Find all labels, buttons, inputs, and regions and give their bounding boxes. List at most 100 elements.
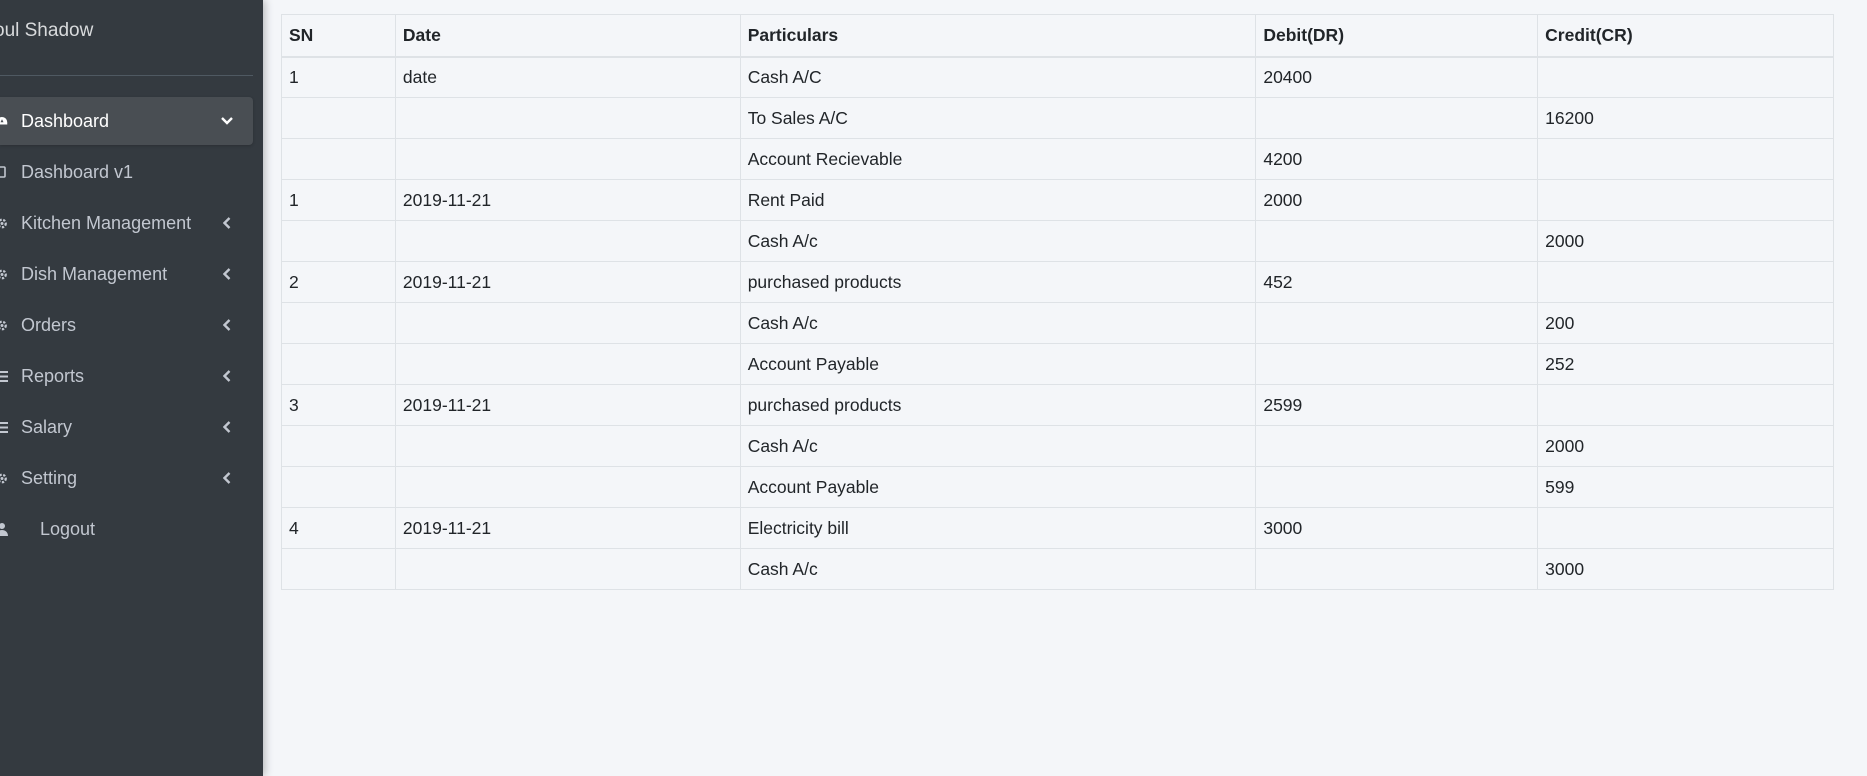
main-content: SN Date Particulars Debit(DR) Credit(CR)…	[263, 0, 1867, 776]
cell-debit: 2000	[1255, 179, 1539, 221]
table-row: 1 date Cash A/C 20400	[281, 56, 1834, 98]
dashboard-icon	[0, 114, 8, 128]
cell-date	[394, 138, 741, 180]
sidebar-item-dashboard-v1[interactable]: Dashboard v1	[0, 148, 253, 196]
table-row: 1 2019-11-21 Rent Paid 2000	[281, 179, 1834, 221]
cell-date	[394, 343, 741, 385]
brand-link[interactable]: oul Shadow	[0, 20, 260, 42]
cell-credit: 599	[1537, 466, 1834, 508]
cell-sn	[281, 466, 396, 508]
sidebar-item-setting[interactable]: Setting	[0, 454, 253, 502]
cell-sn: 4	[281, 507, 396, 549]
sidebar-item-label: Dashboard	[21, 110, 110, 131]
list-icon	[0, 420, 8, 434]
cell-sn	[281, 138, 396, 180]
table-row: Account Payable 252	[281, 343, 1834, 385]
table-row: Cash A/c 200	[281, 302, 1834, 344]
table-row: 4 2019-11-21 Electricity bill 3000	[281, 507, 1834, 549]
cell-sn	[281, 548, 396, 590]
cell-debit: 20400	[1255, 56, 1539, 98]
cell-debit: 452	[1255, 261, 1539, 303]
cell-credit	[1537, 56, 1834, 98]
sidebar-item-dish-management[interactable]: Dish Management	[0, 250, 253, 298]
sidebar-item-orders[interactable]: Orders	[0, 301, 253, 349]
table-row: Cash A/c 3000	[281, 548, 1834, 590]
sidebar-item-dashboard[interactable]: Dashboard	[0, 97, 253, 145]
cell-debit	[1255, 220, 1539, 262]
sidebar: oul Shadow Dashboard Dashboard v1 Kitchen …	[0, 0, 263, 776]
cell-particulars: To Sales A/C	[739, 97, 1257, 139]
sidebar-item-label: Reports	[21, 365, 85, 386]
cell-debit	[1255, 425, 1539, 467]
cell-credit	[1537, 179, 1834, 221]
table-row: Cash A/c 2000	[281, 220, 1834, 262]
chevron-left-icon	[221, 319, 233, 331]
sidebar-item-label: Salary	[21, 416, 73, 437]
sidebar-item-label: Setting	[21, 467, 78, 488]
journal-table: SN Date Particulars Debit(DR) Credit(CR)…	[281, 14, 1834, 590]
sidebar-item-kitchen-management[interactable]: Kitchen Management	[0, 199, 253, 247]
cell-credit: 2000	[1537, 425, 1834, 467]
chevron-down-icon	[221, 115, 233, 127]
cell-sn	[281, 425, 396, 467]
cell-debit	[1255, 97, 1539, 139]
cell-date	[394, 220, 741, 262]
cell-debit	[1255, 548, 1539, 590]
cog-icon	[0, 216, 8, 230]
cell-particulars: Account Payable	[739, 343, 1257, 385]
cell-credit	[1537, 138, 1834, 180]
sidebar-item-label: Dish Management	[21, 263, 168, 284]
cell-particulars: Cash A/c	[739, 220, 1257, 262]
cell-particulars: purchased products	[739, 384, 1257, 426]
cell-particulars: purchased products	[739, 261, 1257, 303]
cog-icon	[0, 318, 8, 332]
cell-date	[394, 97, 741, 139]
cell-debit	[1255, 343, 1539, 385]
cell-sn	[281, 343, 396, 385]
header-row: SN Date Particulars Debit(DR) Credit(CR)	[281, 14, 1834, 58]
table-row: Account Payable 599	[281, 466, 1834, 508]
cell-date: date	[394, 56, 741, 98]
chevron-left-icon	[221, 268, 233, 280]
cell-debit: 3000	[1255, 507, 1539, 549]
table-body: 1 date Cash A/C 20400 To Sales A/C 16200 Accou…	[281, 56, 1834, 590]
cell-sn: 2	[281, 261, 396, 303]
sidebar-item-reports[interactable]: Reports	[0, 352, 253, 400]
sidebar-item-salary[interactable]: Salary	[0, 403, 253, 451]
cell-debit: 2599	[1255, 384, 1539, 426]
table-row: To Sales A/C 16200	[281, 97, 1834, 139]
cell-particulars: Account Recievable	[739, 138, 1257, 180]
cell-particulars: Account Payable	[739, 466, 1257, 508]
cell-debit	[1255, 466, 1539, 508]
cell-credit: 252	[1537, 343, 1834, 385]
chevron-left-icon	[221, 370, 233, 382]
user-icon	[0, 522, 8, 536]
cell-debit: 4200	[1255, 138, 1539, 180]
brand-name: oul Shadow	[0, 20, 94, 41]
cell-date: 2019-11-21	[394, 261, 741, 303]
cell-date: 2019-11-21	[394, 507, 741, 549]
cell-credit: 200	[1537, 302, 1834, 344]
chevron-left-icon	[221, 217, 233, 229]
cell-date: 2019-11-21	[394, 179, 741, 221]
sidebar-divider	[0, 75, 253, 76]
column-header-particulars: Particulars	[739, 14, 1257, 58]
cell-date	[394, 466, 741, 508]
cell-date	[394, 302, 741, 344]
cell-sn: 1	[281, 179, 396, 221]
cell-debit	[1255, 302, 1539, 344]
cell-date	[394, 548, 741, 590]
table-header: SN Date Particulars Debit(DR) Credit(CR)	[281, 14, 1834, 58]
list-icon	[0, 369, 8, 383]
cell-particulars: Cash A/c	[739, 548, 1257, 590]
table-row: 3 2019-11-21 purchased products 2599	[281, 384, 1834, 426]
sidebar-item-logout[interactable]: Logout	[0, 505, 253, 553]
cell-credit	[1537, 507, 1834, 549]
table-row: 2 2019-11-21 purchased products 452	[281, 261, 1834, 303]
cell-date	[394, 425, 741, 467]
cell-particulars: Electricity bill	[739, 507, 1257, 549]
cell-credit: 2000	[1537, 220, 1834, 262]
cell-particulars: Cash A/c	[739, 302, 1257, 344]
sidebar-item-label: Dashboard v1	[21, 161, 134, 182]
cell-particulars: Rent Paid	[739, 179, 1257, 221]
